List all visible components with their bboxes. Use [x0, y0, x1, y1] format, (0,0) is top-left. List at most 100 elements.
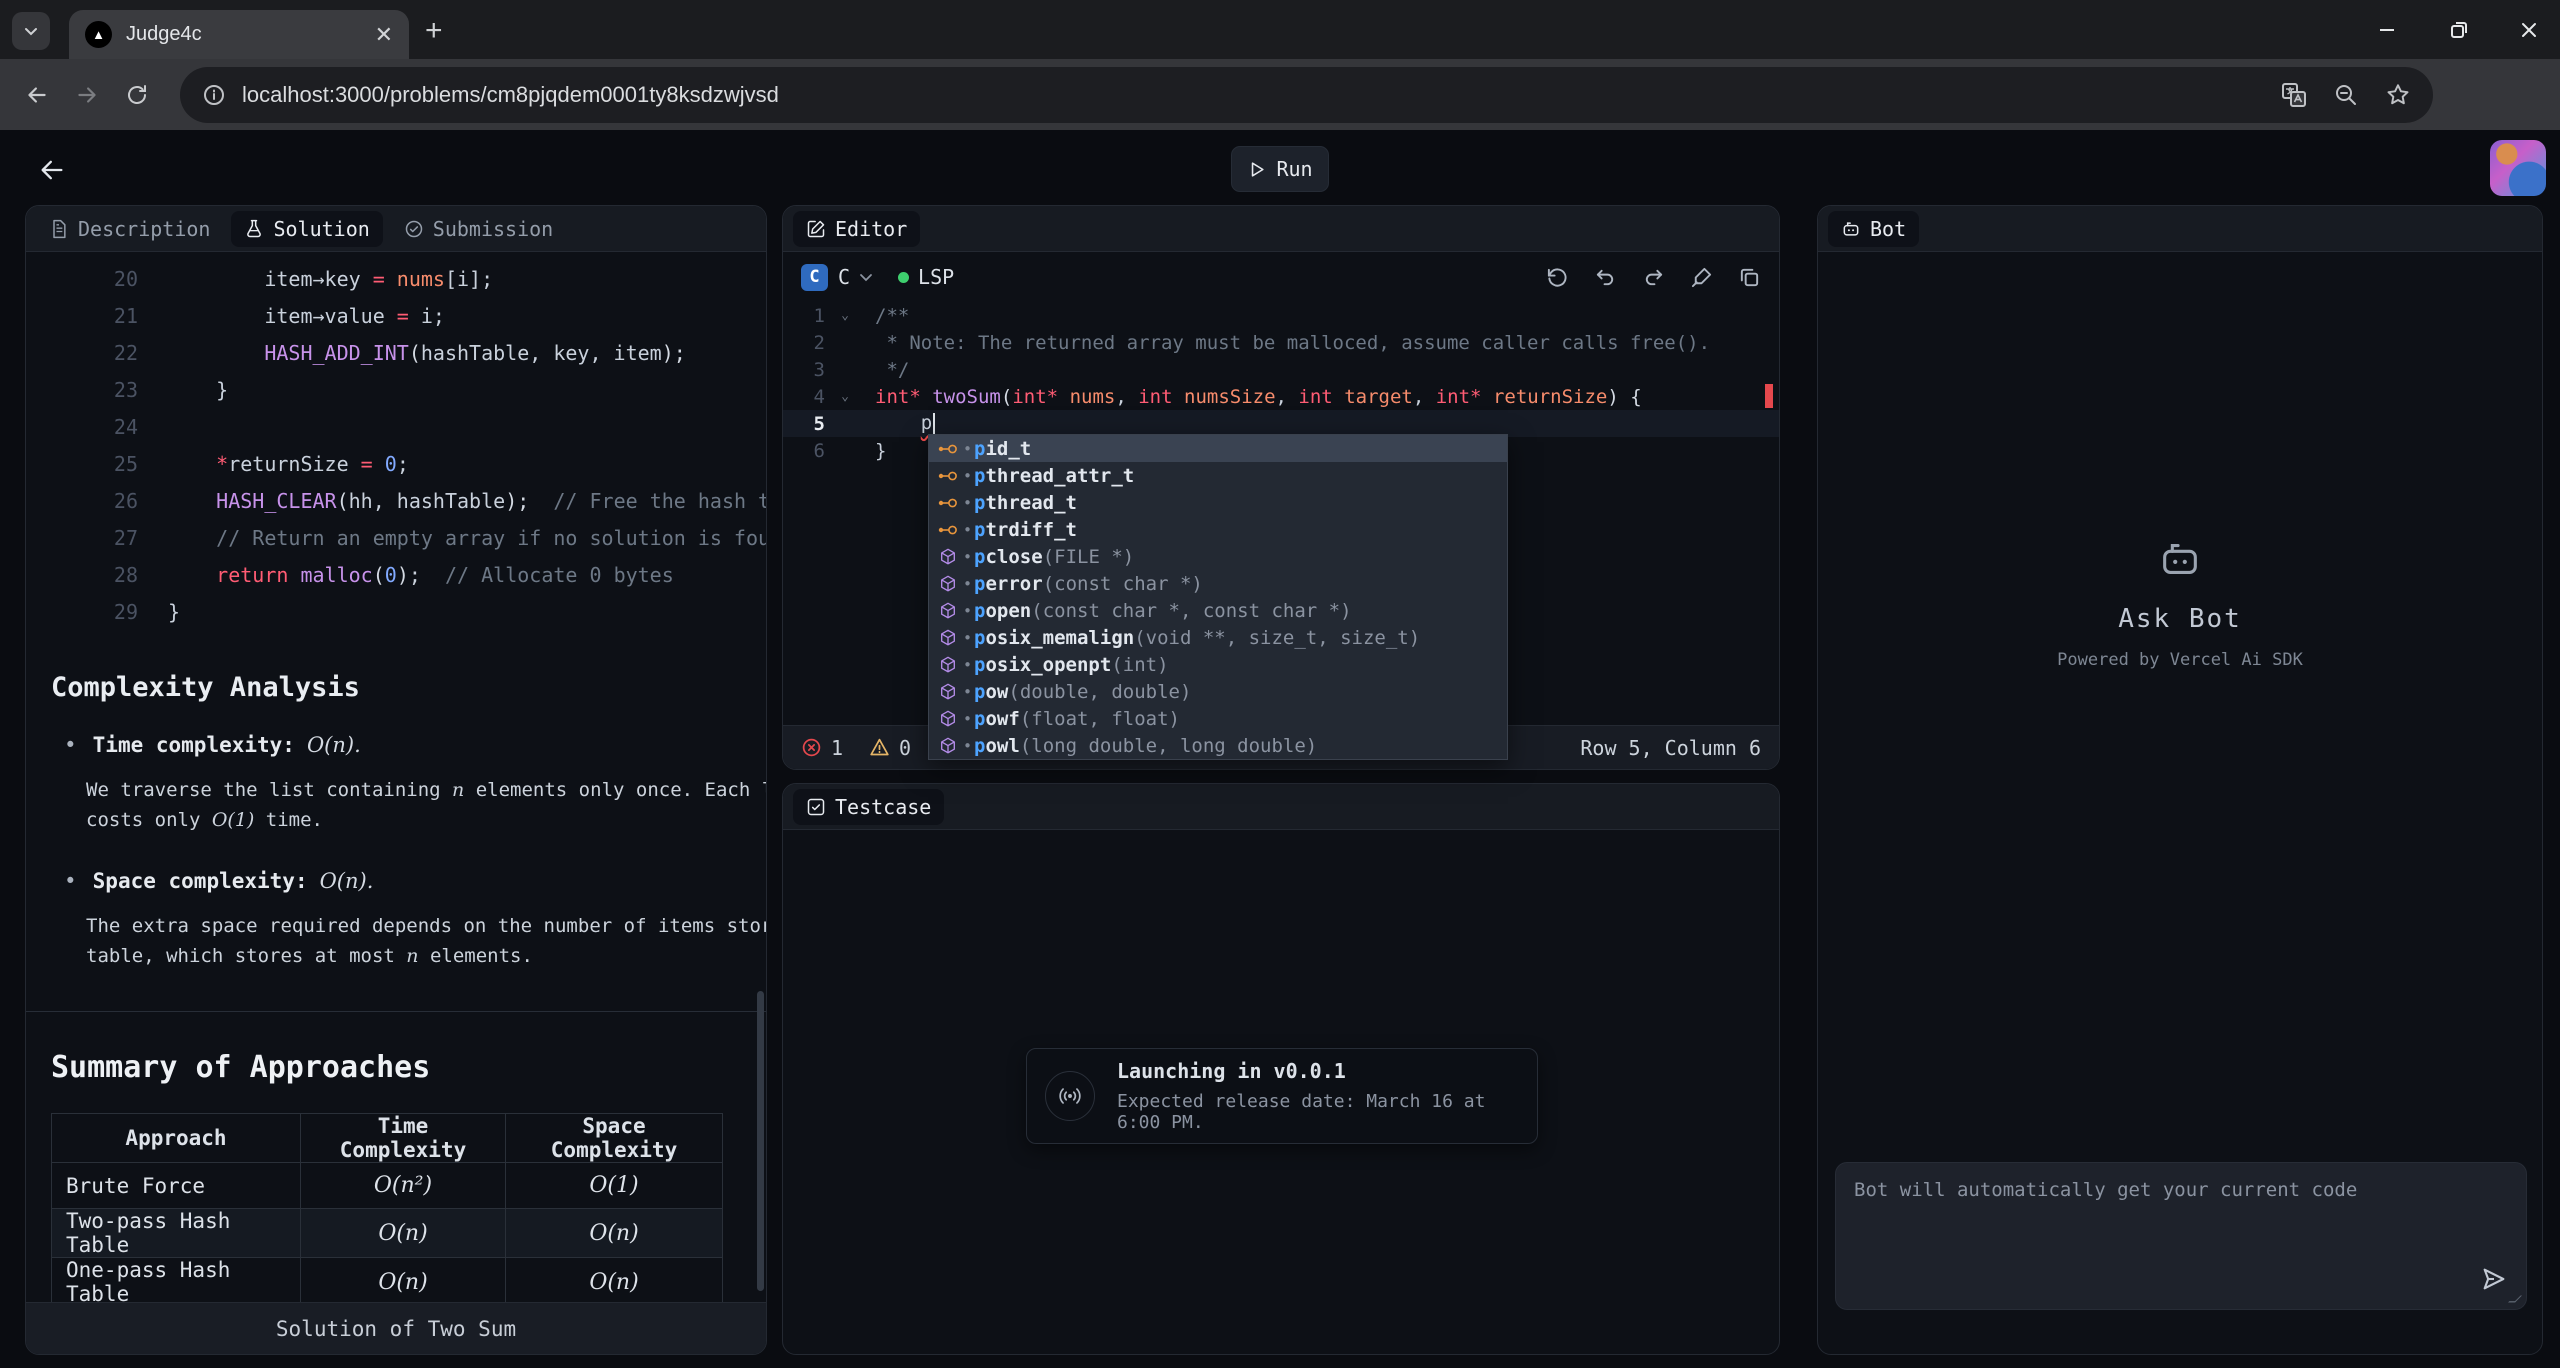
- close-icon: [2519, 20, 2539, 40]
- bookmark-button[interactable]: [2385, 82, 2411, 108]
- launch-toast: Launching in v0.0.1 Expected release dat…: [1026, 1048, 1538, 1144]
- format-code-button[interactable]: [1690, 266, 1713, 289]
- table-cell: O(n): [506, 1209, 723, 1258]
- autocomplete-item[interactable]: •powf(float, float): [929, 705, 1507, 732]
- toast-title: Launching in v0.0.1: [1117, 1059, 1519, 1083]
- resize-handle-icon[interactable]: [2508, 1296, 2522, 1303]
- autocomplete-item[interactable]: •posix_openpt(int): [929, 651, 1507, 678]
- autocomplete-item[interactable]: •pow(double, double): [929, 678, 1507, 705]
- window-restore-button[interactable]: [2428, 0, 2490, 59]
- table-cell: Two-pass Hash Table: [52, 1209, 301, 1258]
- line-number: 2: [783, 332, 833, 354]
- fold-chevron-icon[interactable]: ⌄: [833, 308, 857, 323]
- table-cell: O(1): [506, 1163, 723, 1209]
- tab-editor[interactable]: Editor: [793, 211, 920, 247]
- testcase-panel: Testcase Launching in v0.0.1 Expected re…: [782, 783, 1780, 1355]
- warning-count-group[interactable]: 0: [869, 736, 911, 760]
- warning-icon: [869, 737, 890, 758]
- bullet: •: [64, 869, 77, 893]
- copy-code-button[interactable]: [1738, 266, 1761, 289]
- arrow-right-icon: [74, 82, 100, 108]
- lsp-status-dot: [898, 272, 909, 283]
- browser-tab[interactable]: ▲ Judge4c ✕: [69, 10, 409, 59]
- tab-testcase[interactable]: Testcase: [793, 789, 944, 825]
- url-omnibox[interactable]: localhost:3000/problems/cm8pjqdem0001ty8…: [180, 67, 2433, 123]
- completion-bullet: •: [963, 467, 972, 485]
- screen: ▲ Judge4c ✕ + localhost:3000/problems/cm…: [0, 0, 2560, 1368]
- window-close-button[interactable]: [2498, 0, 2560, 59]
- table-header-cell: Space Complexity: [506, 1114, 723, 1163]
- check-square-icon: [806, 797, 826, 817]
- app-back-button[interactable]: [30, 148, 74, 192]
- user-avatar[interactable]: [2490, 140, 2546, 196]
- run-button[interactable]: Run: [1231, 146, 1329, 192]
- approaches-table: ApproachTime ComplexitySpace Complexity …: [51, 1113, 723, 1302]
- zoom-button[interactable]: [2333, 82, 2359, 108]
- table-row: Two-pass Hash TableO(n)O(n): [52, 1209, 723, 1258]
- line-number: 1: [783, 305, 833, 327]
- rotate-ccw-icon: [1546, 266, 1569, 289]
- problem-panel-tabs: Description Solution Submission: [26, 206, 766, 252]
- tab-solution[interactable]: Solution: [231, 211, 382, 247]
- autocomplete-item[interactable]: •pthread_t: [929, 489, 1507, 516]
- editor-code-line[interactable]: 2 * Note: The returned array must be mal…: [783, 329, 1779, 356]
- circle-check-icon: [404, 219, 424, 239]
- reset-code-button[interactable]: [1546, 266, 1569, 289]
- autocomplete-item[interactable]: •powl(long double, long double): [929, 732, 1507, 759]
- redo-button[interactable]: [1642, 266, 1665, 289]
- solution-code-line: 20 item→key = nums[i];: [26, 260, 766, 297]
- bot-message-input[interactable]: Bot will automatically get your current …: [1835, 1162, 2527, 1310]
- tab-description[interactable]: Description: [36, 211, 223, 247]
- autocomplete-item[interactable]: •posix_memalign(void **, size_t, size_t): [929, 624, 1507, 651]
- editor-code-line[interactable]: 1⌄/**: [783, 302, 1779, 329]
- site-info-icon[interactable]: [202, 83, 226, 107]
- autocomplete-item[interactable]: •pid_t: [929, 435, 1507, 462]
- line-number: 24: [26, 415, 138, 439]
- table-header-cell: Approach: [52, 1114, 301, 1163]
- tab-search-chevron-button[interactable]: [12, 12, 50, 50]
- error-count-group[interactable]: 1: [801, 736, 843, 760]
- cursor-position[interactable]: Row 5, Column 6: [1580, 736, 1761, 760]
- solution-code-line: 21 item→value = i;: [26, 297, 766, 334]
- completion-bullet: •: [963, 521, 972, 539]
- translate-button[interactable]: [2281, 82, 2307, 108]
- new-tab-button[interactable]: +: [425, 14, 443, 48]
- window-minimize-button[interactable]: [2356, 0, 2418, 59]
- language-select-value[interactable]: C: [838, 265, 850, 289]
- line-number: 5: [783, 413, 833, 435]
- left-panel-scrollbar[interactable]: [757, 991, 764, 1291]
- space-complexity-paragraph: The extra space required depends on the …: [86, 915, 766, 975]
- autocomplete-item[interactable]: •popen(const char *, const char *): [929, 597, 1507, 624]
- tab-submission[interactable]: Submission: [391, 211, 566, 247]
- completion-bullet: •: [963, 710, 972, 728]
- autocomplete-item[interactable]: •pthread_attr_t: [929, 462, 1507, 489]
- editor-code-line[interactable]: 4⌄int* twoSum(int* nums, int numsSize, i…: [783, 383, 1779, 410]
- editor-code-line[interactable]: 5 p: [783, 410, 1779, 437]
- forward-button[interactable]: [62, 82, 112, 108]
- star-icon: [2385, 82, 2411, 108]
- tab-bot[interactable]: Bot: [1828, 211, 1919, 247]
- completion-bullet: •: [963, 629, 972, 647]
- back-button[interactable]: [12, 82, 62, 108]
- autocomplete-item[interactable]: •perror(const char *): [929, 570, 1507, 597]
- reload-button[interactable]: [112, 83, 162, 107]
- function-kind-icon: [939, 710, 957, 728]
- autocomplete-item[interactable]: •ptrdiff_t: [929, 516, 1507, 543]
- browser-tab-bar: ▲ Judge4c ✕ +: [0, 0, 2560, 59]
- chevron-down-icon[interactable]: [858, 269, 874, 285]
- space-complexity-value: O(n).: [320, 869, 374, 893]
- autocomplete-item[interactable]: •pclose(FILE *): [929, 543, 1507, 570]
- undo-icon: [1594, 266, 1617, 289]
- chevron-down-icon: [23, 23, 39, 39]
- solution-content[interactable]: 20 item→key = nums[i];21 item→value = i;…: [26, 252, 766, 1302]
- fold-chevron-icon[interactable]: ⌄: [833, 389, 857, 404]
- edit-square-icon: [806, 219, 826, 239]
- paragraph-line: costs only O(1) time.: [86, 809, 766, 839]
- completion-bullet: •: [963, 602, 972, 620]
- send-button[interactable]: [2480, 1265, 2508, 1293]
- copy-icon: [1738, 266, 1761, 289]
- undo-button[interactable]: [1594, 266, 1617, 289]
- bot-icon: [2157, 536, 2203, 582]
- tab-close-icon[interactable]: ✕: [375, 22, 393, 48]
- editor-code-line[interactable]: 3 */: [783, 356, 1779, 383]
